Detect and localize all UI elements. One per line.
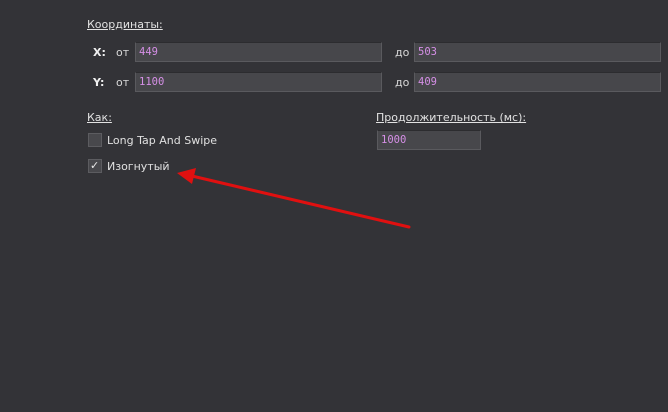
red-arrow-icon [177, 168, 411, 229]
arrow-head [177, 168, 196, 184]
arrow-shaft [190, 174, 411, 229]
